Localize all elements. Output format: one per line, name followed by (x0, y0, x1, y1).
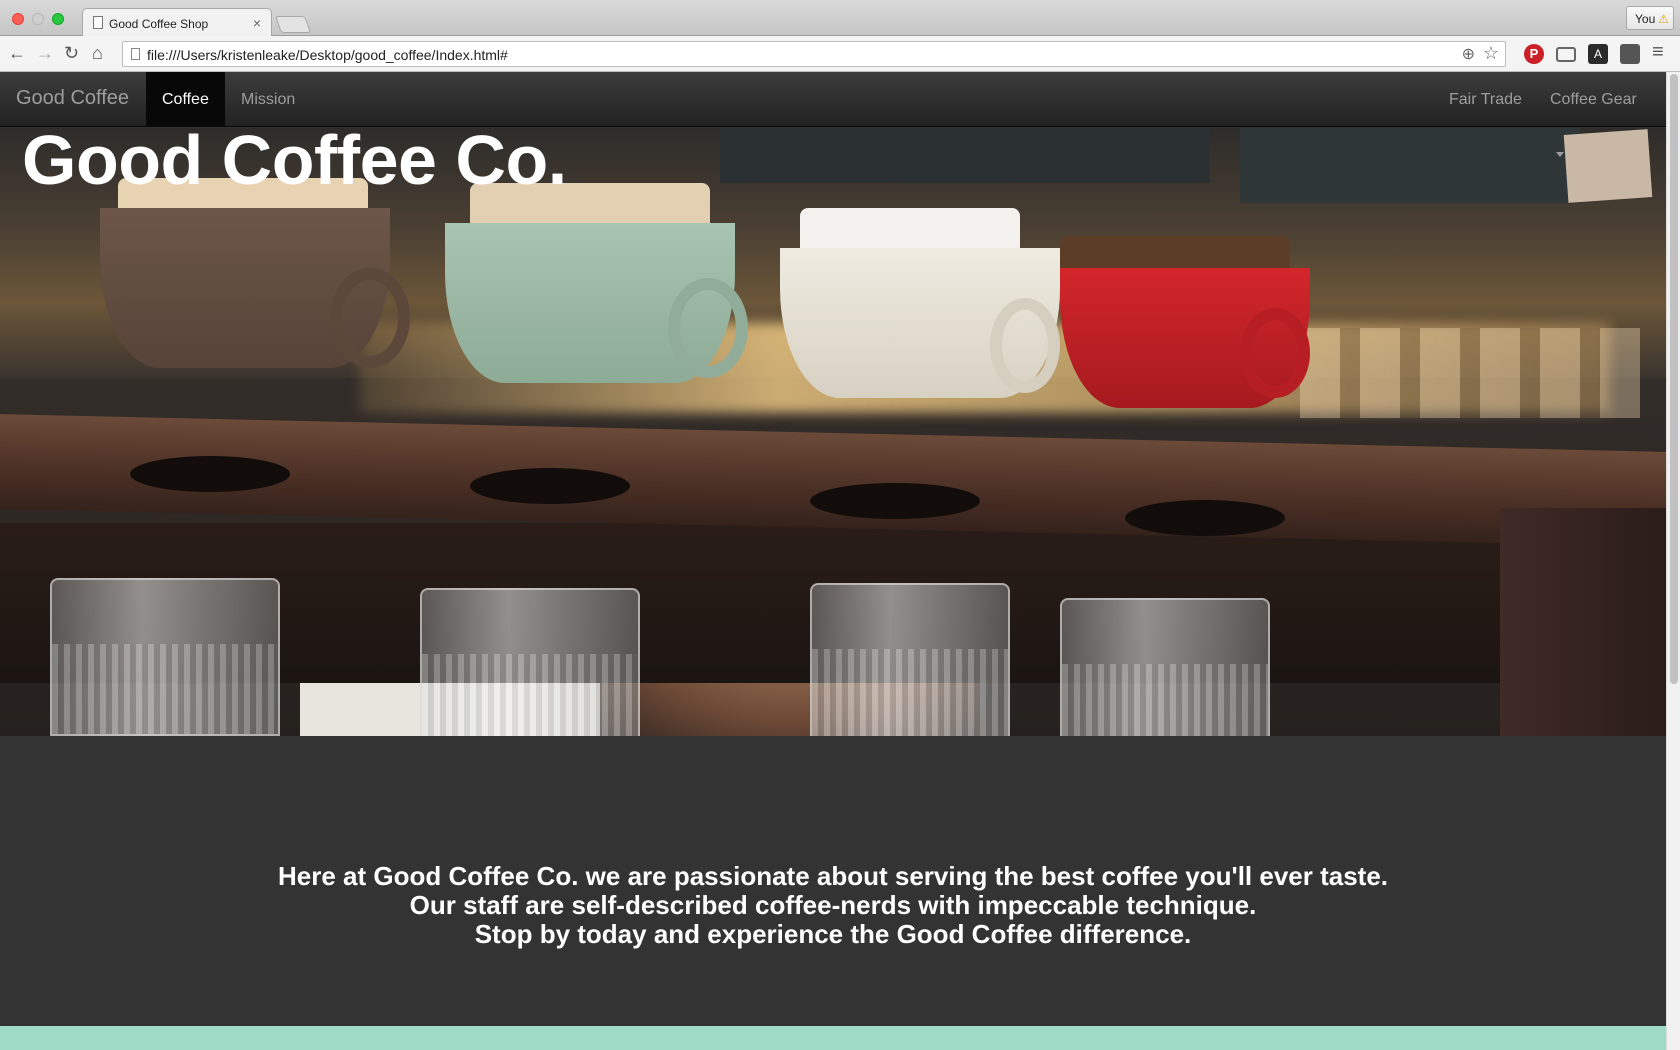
page-icon (131, 48, 140, 60)
intro-text-line: Our staff are self-described coffee-nerd… (409, 890, 1257, 920)
dripper-handle (990, 298, 1060, 393)
next-section-strip (0, 1026, 1666, 1050)
window-maximize-button[interactable] (52, 13, 64, 25)
back-arrow-icon[interactable]: ← (8, 43, 26, 64)
site-navbar: Good Coffee Coffee Mission Fair Trade Co… (0, 72, 1666, 158)
dripper-handle (1240, 308, 1310, 398)
window-minimize-button[interactable] (32, 13, 44, 25)
intro-text-line: Here at Good Coffee Co. we are passionat… (277, 861, 1389, 891)
drip-hole (810, 483, 980, 519)
nav-item-fair-trade[interactable]: Fair Trade (1433, 72, 1538, 127)
browser-toolbar: ← → ↻ ⌂ file:///Users/kristenleake/Deskt… (0, 36, 1680, 72)
shield-icon[interactable] (1620, 44, 1640, 64)
nav-item-coffee-gear[interactable]: Coffee Gear (1534, 72, 1666, 158)
glass-pitcher (1060, 598, 1270, 736)
hero-image: Good Coffee Co. (0, 128, 1666, 736)
shelf-leg (1500, 508, 1666, 736)
menu-icon[interactable]: ≡ (1652, 41, 1664, 64)
page-icon (93, 16, 103, 29)
address-bar[interactable]: file:///Users/kristenleake/Desktop/good_… (122, 41, 1506, 67)
bookmark-star-icon[interactable]: ☆ (1483, 43, 1499, 64)
forward-arrow-icon[interactable]: → (36, 43, 54, 64)
nav-item-mission[interactable]: Mission (225, 72, 311, 127)
reload-icon[interactable]: ↻ (64, 43, 79, 64)
intro-section: Here at Good Coffee Co. we are passionat… (0, 736, 1666, 1026)
background-jars (1300, 328, 1640, 418)
pinterest-icon[interactable]: P (1524, 44, 1544, 64)
browser-titlebar: Good Coffee Shop × You ⚠ (0, 0, 1680, 37)
window-close-button[interactable] (12, 13, 24, 25)
caret-down-icon (1556, 152, 1564, 158)
browser-tab[interactable]: Good Coffee Shop × (82, 8, 272, 37)
profile-button[interactable]: You ⚠ (1626, 6, 1674, 30)
dripper-handle (668, 278, 748, 378)
wall-photo (1563, 129, 1653, 203)
address-url[interactable]: file:///Users/kristenleake/Desktop/good_… (147, 47, 508, 63)
glass-pitcher (420, 588, 640, 736)
tab-title: Good Coffee Shop (109, 17, 209, 31)
dictionary-icon[interactable]: A (1588, 44, 1608, 64)
chalkboard (720, 128, 1210, 183)
tab-close-icon[interactable]: × (253, 15, 261, 31)
page-viewport: Good Coffee Coffee Mission Fair Trade Co… (0, 72, 1666, 1050)
new-tab-button[interactable] (274, 16, 312, 33)
drip-hole (470, 468, 630, 504)
cast-icon[interactable] (1556, 47, 1576, 62)
hero-title: Good Coffee Co. (22, 128, 567, 199)
profile-name: You (1635, 12, 1656, 26)
intro-text-line: Stop by today and experience the Good Co… (474, 919, 1192, 949)
zoom-icon[interactable]: ⊕ (1462, 44, 1475, 64)
dripper-handle (330, 268, 410, 368)
navbar-brand[interactable]: Good Coffee (16, 87, 129, 110)
page-scrollbar[interactable] (1666, 72, 1680, 1050)
chalkboard (1240, 128, 1580, 203)
nav-item-coffee[interactable]: Coffee (146, 72, 225, 127)
drip-hole (1125, 500, 1285, 536)
glass-pitcher (810, 583, 1010, 736)
warning-icon: ⚠ (1658, 12, 1670, 26)
home-icon[interactable]: ⌂ (92, 43, 103, 64)
drip-hole (130, 456, 290, 492)
glass-pitcher (50, 578, 280, 736)
scrollbar-thumb[interactable] (1670, 74, 1678, 684)
nav-item-label: Coffee Gear (1550, 91, 1637, 108)
